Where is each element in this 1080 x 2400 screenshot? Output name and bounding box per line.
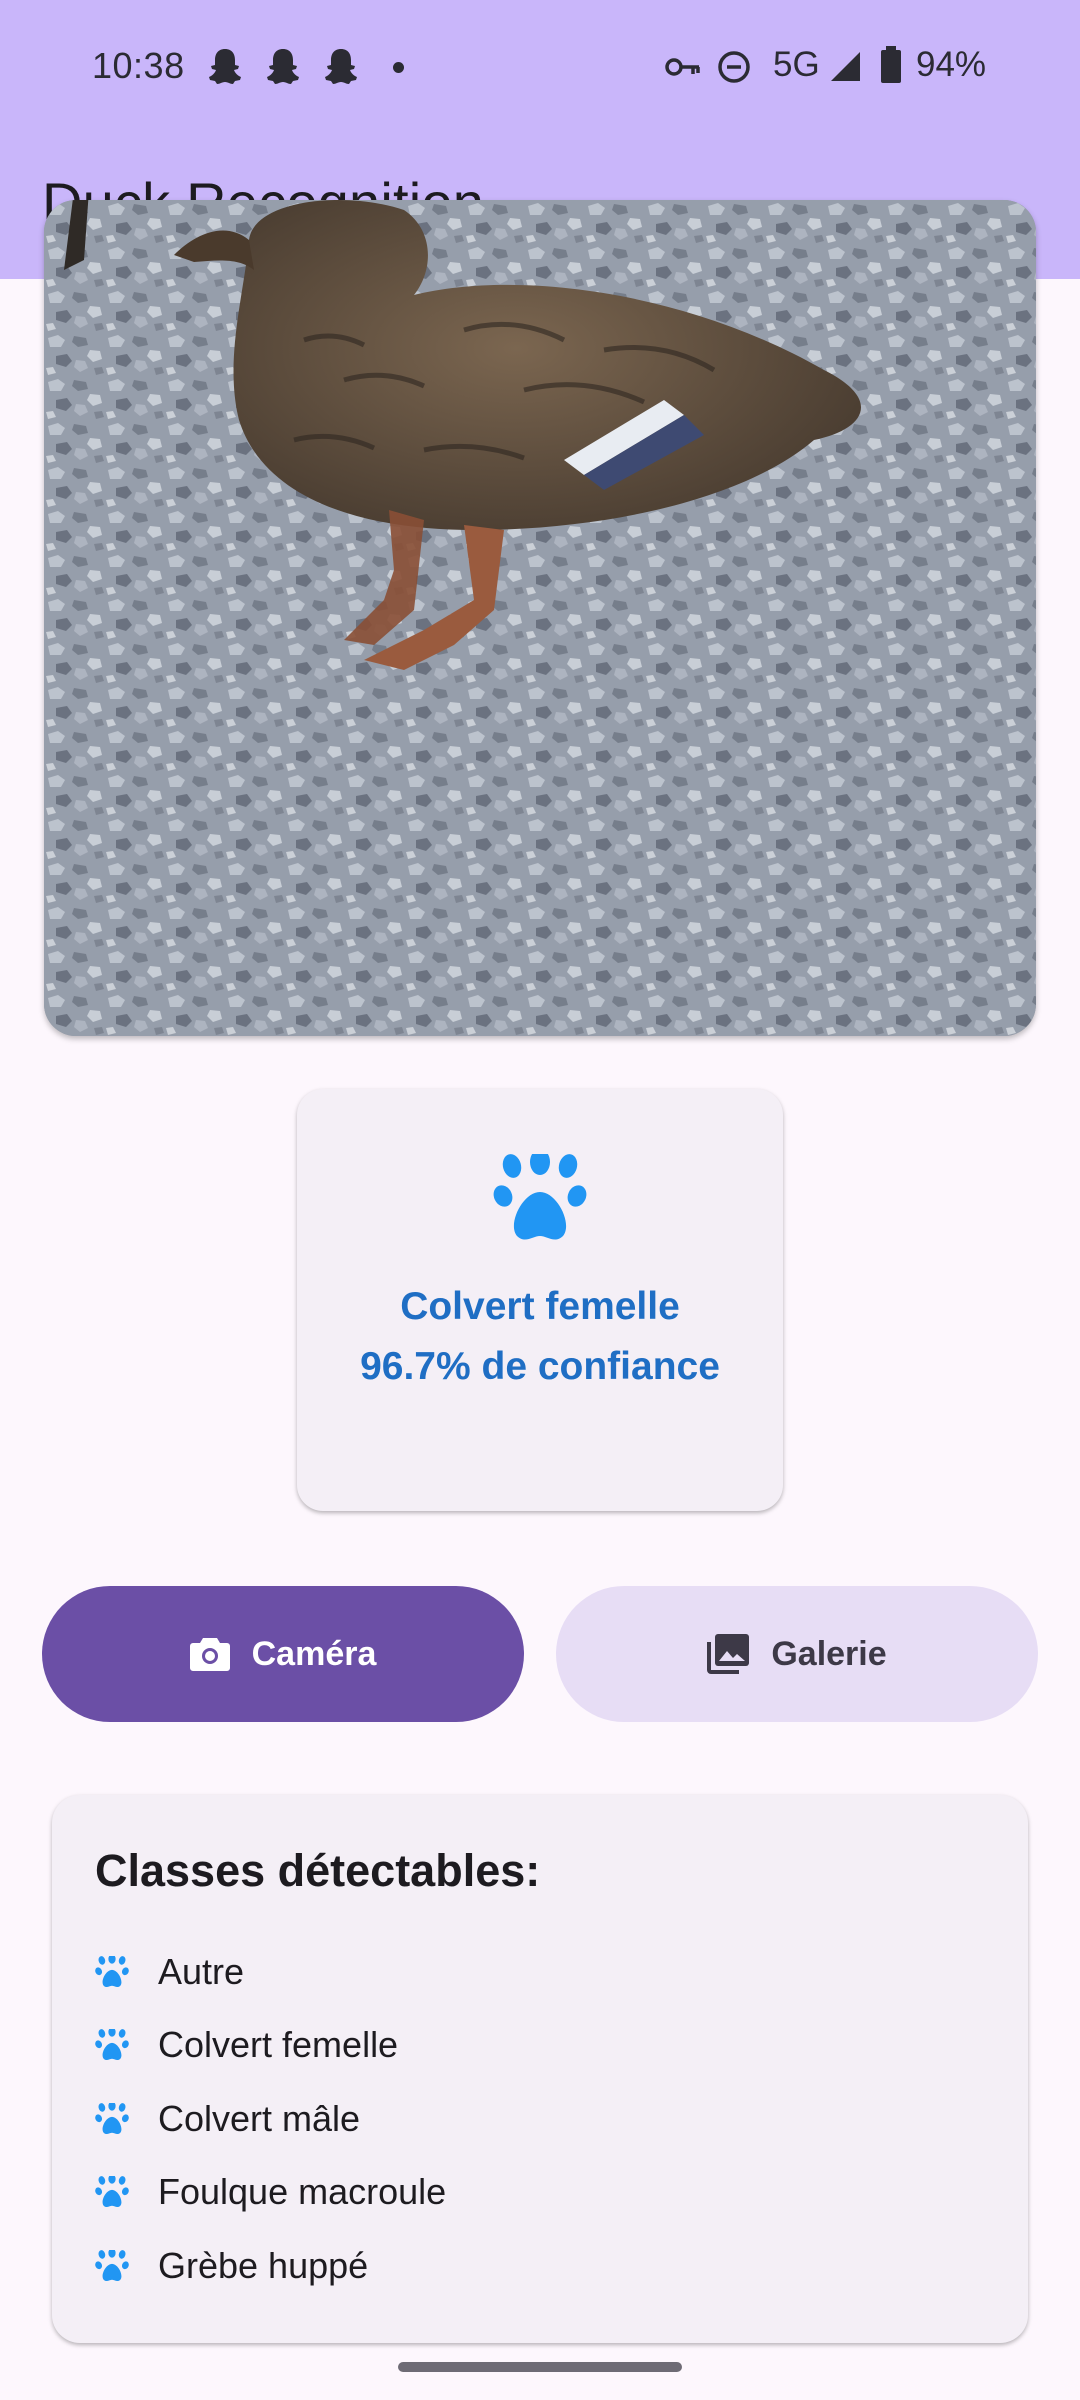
class-item: Grèbe huppé bbox=[95, 2241, 368, 2291]
battery-icon bbox=[881, 46, 901, 83]
classes-card: Classes détectables: Autre Colvert femel… bbox=[52, 1795, 1028, 2343]
class-label: Autre bbox=[158, 1951, 245, 1992]
result-label: Colvert femelle bbox=[400, 1285, 680, 1328]
camera-button[interactable]: Caméra bbox=[42, 1586, 524, 1722]
snapchat-icon bbox=[267, 49, 299, 84]
result-card: Colvert femelle 96.7% de confiance bbox=[297, 1089, 783, 1511]
home-indicator[interactable] bbox=[398, 2362, 682, 2372]
do-not-disturb-icon bbox=[718, 51, 750, 83]
classes-title: Classes détectables: bbox=[95, 1845, 541, 1896]
battery-percent: 94% bbox=[916, 45, 987, 84]
result-confidence: 96.7% de confiance bbox=[360, 1345, 720, 1388]
network-type: 5G bbox=[773, 45, 820, 84]
paw-icon bbox=[95, 2029, 129, 2061]
paw-icon bbox=[95, 2176, 129, 2208]
snapchat-icon bbox=[209, 49, 241, 84]
paw-icon bbox=[95, 2103, 129, 2135]
class-label: Grèbe huppé bbox=[158, 2245, 369, 2286]
paw-icon bbox=[95, 1956, 129, 1988]
class-item: Colvert femelle bbox=[95, 2020, 398, 2070]
camera-icon bbox=[189, 1638, 230, 1671]
dot-icon bbox=[393, 62, 404, 73]
screen: 10:38 5G 94% Duck Recognition bbox=[0, 0, 1080, 2400]
vpn-key-icon bbox=[665, 58, 700, 76]
class-label: Colvert mâle bbox=[158, 2098, 361, 2139]
status-time: 10:38 bbox=[92, 45, 185, 86]
signal-icon bbox=[831, 52, 860, 81]
class-label: Foulque macroule bbox=[158, 2171, 447, 2212]
duck-photo bbox=[44, 200, 1036, 1036]
camera-button-label: Caméra bbox=[251, 1634, 377, 1673]
class-label: Colvert femelle bbox=[158, 2024, 399, 2065]
photo-library-icon bbox=[707, 1634, 750, 1674]
snapchat-icon bbox=[325, 49, 357, 84]
status-bar: 10:38 5G 94% bbox=[0, 0, 1080, 134]
class-item: Colvert mâle bbox=[95, 2094, 360, 2144]
paw-icon bbox=[493, 1154, 587, 1240]
paw-icon bbox=[95, 2250, 129, 2282]
class-item: Foulque macroule bbox=[95, 2167, 446, 2217]
duck-photo-graphic bbox=[44, 200, 1036, 1036]
gallery-button[interactable]: Galerie bbox=[556, 1586, 1038, 1722]
gallery-button-label: Galerie bbox=[771, 1634, 887, 1673]
class-item: Autre bbox=[95, 1947, 244, 1997]
